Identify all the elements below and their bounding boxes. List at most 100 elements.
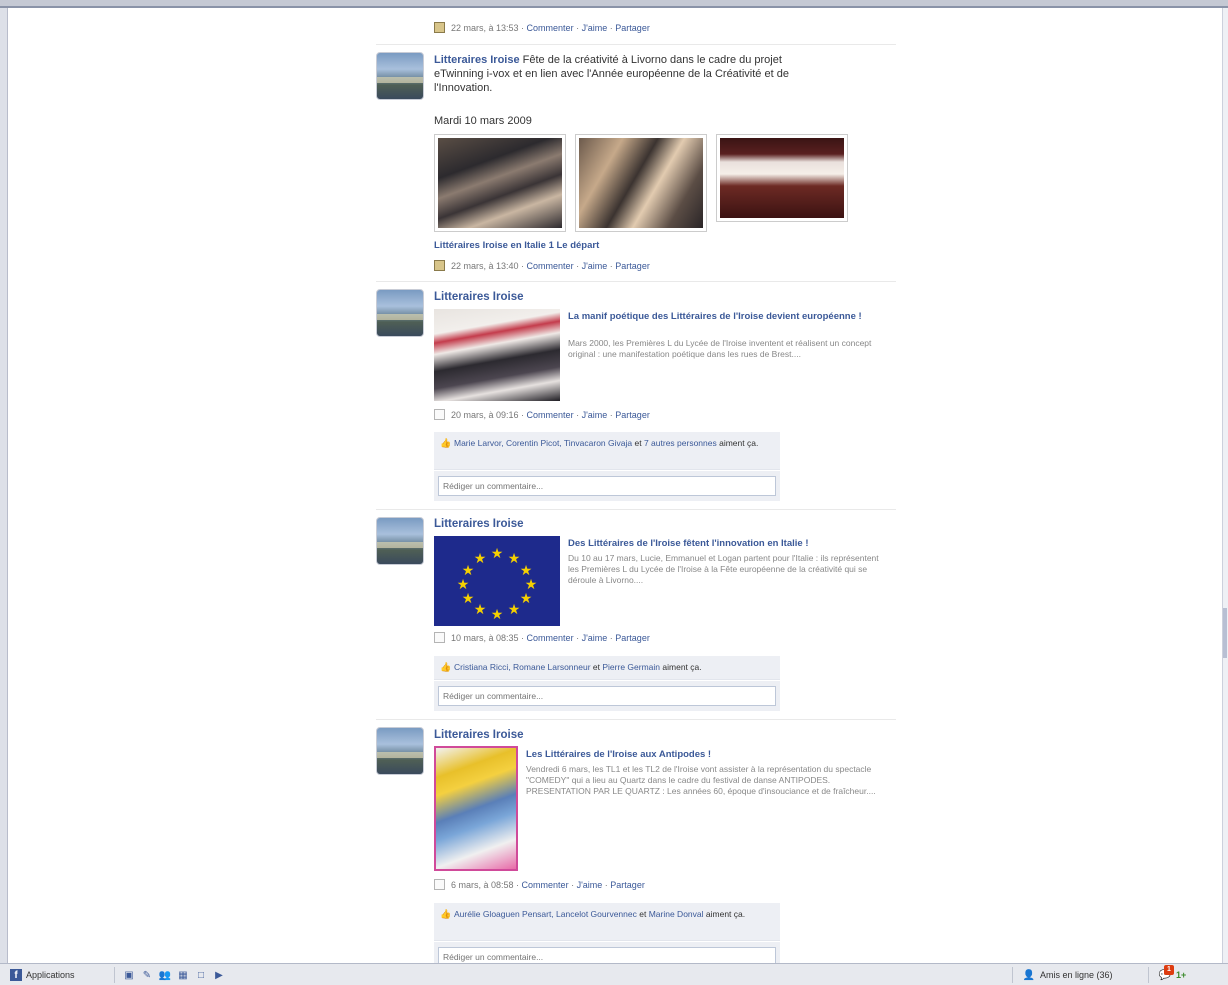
star-icon: ★ (461, 590, 475, 606)
like-link[interactable]: J'aime (582, 23, 608, 33)
likes-suffix: aiment ça. (719, 438, 759, 448)
share-link[interactable]: Partager (615, 261, 650, 271)
shared-link-title[interactable]: Les Littéraires de l'Iroise aux Antipode… (526, 749, 866, 761)
likes-conjunction: et (634, 438, 642, 448)
shared-link-thumbnail[interactable] (434, 309, 560, 401)
post-time[interactable]: 22 mars, à 13:53 (451, 23, 519, 33)
album-photo-2[interactable] (575, 134, 707, 232)
likes-suffix: aiment ça. (705, 909, 746, 919)
star-icon: ★ (461, 562, 475, 578)
eu-flag-image: ★ ★ ★ ★ ★ ★ ★ ★ ★ ★ ★ ★ (434, 536, 560, 626)
link-icon (434, 879, 445, 890)
shared-link-description: Du 10 au 17 mars, Lucie, Emmanuel et Log… (568, 553, 879, 585)
avatar[interactable] (376, 289, 424, 337)
likes-summary: 👍 Aurélie Gloaguen Pensart, Lancelot Gour… (434, 903, 780, 941)
friend-icon: 👤 (1022, 969, 1036, 981)
shared-link-thumbnail[interactable] (434, 746, 518, 871)
album-date: Mardi 10 mars 2009 (434, 115, 532, 127)
post-author[interactable]: Litteraires Iroise (434, 729, 523, 741)
comment-row (434, 681, 780, 711)
thumbnail-image (436, 748, 516, 869)
shared-link-description: Mars 2000, les Premières L du Lycée de l… (568, 338, 872, 359)
comment-link[interactable]: Commenter (522, 880, 569, 890)
post-author[interactable]: Litteraires Iroise (434, 291, 523, 303)
shared-link-title[interactable]: Des Littéraires de l'Iroise fêtent l'inn… (568, 538, 888, 550)
avatar[interactable] (376, 517, 424, 565)
avatar[interactable] (376, 52, 424, 100)
star-icon: ★ (456, 576, 470, 592)
post-author[interactable]: Litteraires Iroise (434, 518, 523, 530)
post-meta: 6 mars, à 08:58 · Commenter · J'aime · P… (434, 879, 645, 890)
post-time[interactable]: 22 mars, à 13:40 (451, 261, 519, 271)
star-icon: ★ (473, 550, 487, 566)
album-title-link[interactable]: Littéraires Iroise en Italie 1 Le départ (434, 240, 599, 252)
post-time[interactable]: 10 mars, à 08:35 (451, 633, 519, 643)
shared-link-thumbnail[interactable]: ★ ★ ★ ★ ★ ★ ★ ★ ★ ★ ★ ★ (434, 536, 560, 626)
events-icon[interactable]: ▦ (176, 969, 190, 981)
share-link[interactable]: Partager (615, 23, 650, 33)
online-friends-button[interactable]: 👤 Amis en ligne (36) (1022, 968, 1113, 982)
star-icon: ★ (490, 545, 504, 561)
facebook-logo-icon: f (10, 969, 22, 981)
post-time[interactable]: 6 mars, à 08:58 (451, 880, 514, 890)
likes-conjunction: et (639, 909, 647, 919)
groups-icon[interactable]: 👥 (158, 969, 172, 981)
applications-label: Applications (26, 970, 75, 980)
likes-summary: 👍 Cristiana Ricci, Romane Larsonneur et P… (434, 656, 780, 680)
notes-icon[interactable]: ✎ (140, 969, 154, 981)
post-meta: 20 mars, à 09:16 · Commenter · J'aime · … (434, 409, 650, 420)
comment-link[interactable]: Commenter (527, 23, 574, 33)
likes-summary: 👍 Marie Larvor, Corentin Picot, Tinvacaro… (434, 432, 780, 470)
applications-button[interactable]: f Applications (10, 968, 75, 982)
thumbs-up-icon: 👍 (440, 662, 452, 672)
likers-names[interactable]: Marie Larvor, Corentin Picot, Tinvacaron… (454, 438, 632, 448)
share-link[interactable]: Partager (610, 880, 645, 890)
album-photo-3[interactable] (716, 134, 848, 222)
like-link[interactable]: J'aime (582, 633, 608, 643)
post-author[interactable]: Litteraires Iroise (434, 54, 520, 66)
star-icon: ★ (507, 601, 521, 617)
album-photo-1[interactable] (434, 134, 566, 232)
thumbnail-image (434, 309, 560, 401)
comment-input[interactable] (438, 686, 776, 706)
post-time[interactable]: 20 mars, à 09:16 (451, 410, 519, 420)
likers-names[interactable]: Aurélie Gloaguen Pensart, Lancelot Gourv… (454, 909, 637, 919)
post-separator (376, 281, 896, 282)
bookmarks-bar: ▣ ✎ 👥 ▦ □ ▶ (122, 968, 230, 982)
notification-icon: 💬 1 (1158, 965, 1174, 981)
bottom-bar: f Applications ▣ ✎ 👥 ▦ □ ▶ 👤 Amis en lig… (0, 963, 1228, 985)
likers-names[interactable]: Cristiana Ricci, Romane Larsonneur (454, 662, 591, 672)
links-icon[interactable]: □ (194, 969, 208, 981)
post-separator (376, 719, 896, 720)
post-meta: 22 mars, à 13:40 · Commenter · J'aime · … (434, 260, 650, 271)
photo-image (438, 138, 562, 228)
star-icon: ★ (524, 576, 538, 592)
notification-count: 1 (1164, 965, 1174, 975)
like-link[interactable]: J'aime (582, 261, 608, 271)
share-link[interactable]: Partager (615, 410, 650, 420)
comment-input[interactable] (438, 476, 776, 496)
comment-link[interactable]: Commenter (527, 410, 574, 420)
photos-icon[interactable]: ▣ (122, 969, 136, 981)
avatar[interactable] (376, 727, 424, 775)
comment-row (434, 471, 780, 501)
application-icon (434, 260, 445, 271)
post-meta: 10 mars, à 08:35 · Commenter · J'aime · … (434, 632, 650, 643)
star-icon: ★ (490, 606, 504, 622)
share-link[interactable]: Partager (615, 633, 650, 643)
like-link[interactable]: J'aime (582, 410, 608, 420)
like-link[interactable]: J'aime (577, 880, 603, 890)
comment-link[interactable]: Commenter (527, 633, 574, 643)
likers-others[interactable]: 7 autres personnes (644, 438, 717, 448)
comment-link[interactable]: Commenter (527, 261, 574, 271)
shared-link-title[interactable]: La manif poétique des Littéraires de l'I… (568, 311, 868, 323)
likers-others[interactable]: Pierre Germain (602, 662, 660, 672)
star-icon: ★ (519, 562, 533, 578)
photo-image (579, 138, 703, 228)
video-icon[interactable]: ▶ (212, 969, 226, 981)
shared-link-description: Vendredi 6 mars, les TL1 et les TL2 de l… (526, 764, 876, 796)
notifications-button[interactable]: 💬 1 1+ (1158, 965, 1186, 982)
likers-others[interactable]: Marine Donval (649, 909, 704, 919)
online-friends-label: Amis en ligne (36) (1040, 970, 1113, 980)
comment-input[interactable] (438, 947, 776, 963)
